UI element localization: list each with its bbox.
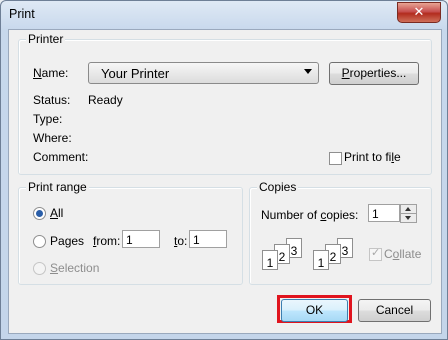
- copies-group-label: Copies: [257, 180, 299, 194]
- printer-group-label: Printer: [26, 32, 66, 46]
- title-bar[interactable]: Print ✕: [1, 1, 447, 29]
- page-1-icon: 1: [313, 250, 329, 270]
- spin-down-icon[interactable]: [401, 213, 416, 222]
- dialog-body: Printer Name: Your Printer Properties...…: [8, 29, 442, 334]
- cancel-button[interactable]: Cancel: [358, 299, 431, 322]
- pages-radio[interactable]: [33, 235, 46, 248]
- window-title: Print: [9, 7, 35, 21]
- name-label: Name:: [33, 66, 69, 80]
- print-range-group-label: Print range: [26, 180, 89, 194]
- ok-button[interactable]: OK: [281, 299, 348, 322]
- copies-group: Copies Number of copies: 1 3 2 1 3 2 1 C…: [249, 180, 432, 285]
- copies-spinner[interactable]: [400, 204, 417, 223]
- copies-input[interactable]: 1: [368, 204, 400, 222]
- selection-radio-label[interactable]: Selection: [50, 261, 99, 275]
- print-dialog: Print ✕ Printer Name: Your Printer Prope…: [0, 0, 448, 340]
- print-to-file-checkbox[interactable]: [329, 152, 342, 165]
- print-to-file-label[interactable]: Print to file: [344, 150, 401, 164]
- all-radio[interactable]: [33, 207, 46, 220]
- status-value: Ready: [88, 93, 123, 107]
- status-label: Status:: [33, 93, 71, 107]
- selection-radio[interactable]: [33, 262, 46, 275]
- type-label: Type:: [33, 112, 63, 126]
- spin-up-icon[interactable]: [401, 205, 416, 213]
- to-label: to:: [174, 234, 188, 248]
- comment-label: Comment:: [33, 150, 89, 164]
- printer-name-value: Your Printer: [101, 66, 170, 81]
- printer-group: Printer Name: Your Printer Properties...…: [18, 32, 432, 175]
- from-input[interactable]: 1: [122, 230, 160, 248]
- collate-label[interactable]: Collate: [384, 247, 421, 261]
- pages-radio-label[interactable]: Pages: [50, 234, 84, 248]
- number-of-copies-label: Number of copies:: [261, 208, 359, 222]
- all-radio-label[interactable]: All: [50, 206, 63, 220]
- to-input[interactable]: 1: [189, 230, 227, 248]
- from-label: from:: [93, 234, 121, 248]
- collate-checkbox[interactable]: [369, 246, 382, 261]
- close-button[interactable]: ✕: [397, 2, 441, 23]
- properties-button[interactable]: Properties...: [329, 62, 419, 85]
- chevron-down-icon: [304, 69, 312, 74]
- printer-name-select[interactable]: Your Printer: [88, 62, 319, 84]
- where-label: Where:: [33, 131, 72, 145]
- page-1-icon: 1: [262, 250, 278, 270]
- print-range-group: Print range All Pages from: 1 to: 1 Sele…: [18, 180, 243, 285]
